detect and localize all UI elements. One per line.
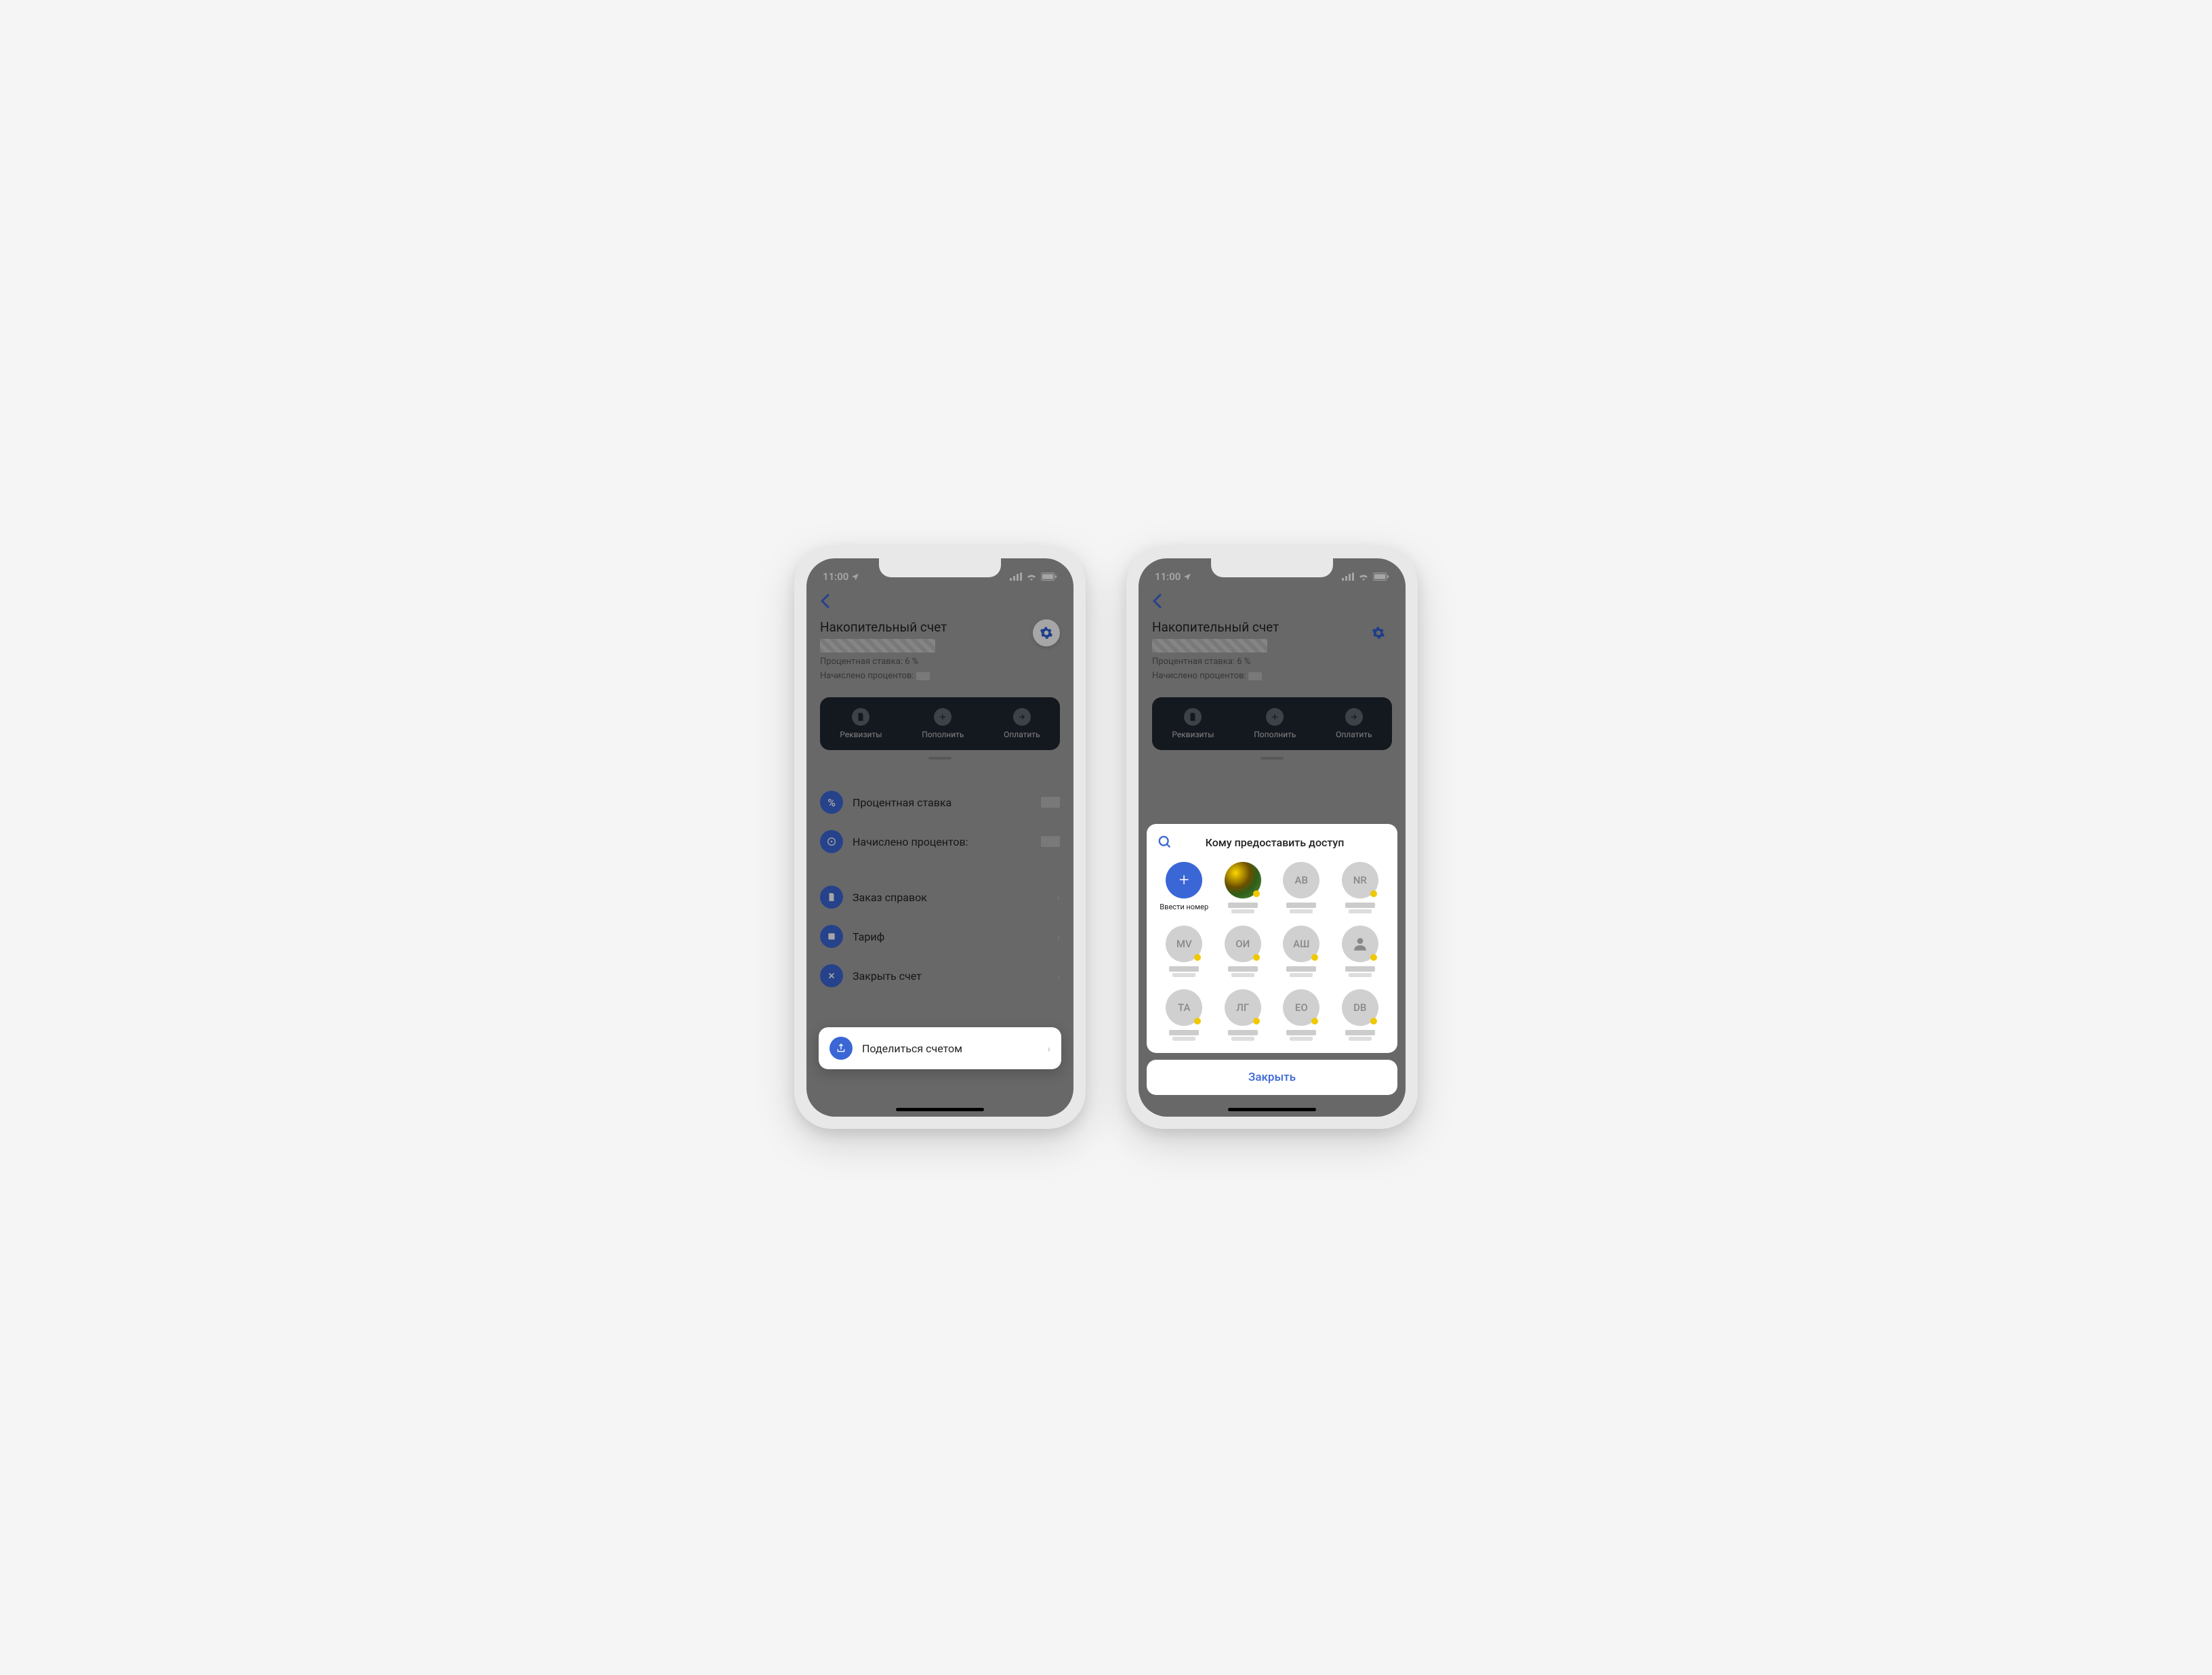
contacts-grid: + Ввести номер АВ NR [1158, 862, 1387, 1042]
person-icon [1342, 926, 1378, 962]
contact-avatar-initials: ЛГ [1225, 989, 1261, 1026]
contact-avatar-initials: DB [1342, 989, 1378, 1026]
share-account-row[interactable]: Поделиться счетом › [819, 1027, 1061, 1069]
share-icon [830, 1037, 853, 1060]
home-indicator[interactable] [1228, 1108, 1316, 1111]
contact-item[interactable]: ОИ [1216, 926, 1270, 978]
contact-item[interactable]: АШ [1275, 926, 1328, 978]
close-sheet-button[interactable]: Закрыть [1147, 1060, 1397, 1095]
contact-avatar-initials: ЕО [1283, 989, 1319, 1026]
contact-item[interactable]: MV [1158, 926, 1211, 978]
plus-icon: + [1166, 862, 1202, 898]
contact-item[interactable]: ЛГ [1216, 989, 1270, 1042]
phone-mockup-left: 11:00 [794, 546, 1086, 1129]
contact-avatar-initials: АШ [1283, 926, 1319, 962]
contact-item[interactable] [1334, 926, 1387, 978]
notch [1211, 558, 1333, 577]
contact-avatar-initials: NR [1342, 862, 1378, 898]
contact-avatar-photo [1225, 862, 1261, 898]
contact-item[interactable]: DB [1334, 989, 1387, 1042]
contact-avatar-initials: MV [1166, 926, 1202, 962]
share-sheet: Кому предоставить доступ + Ввести номер … [1139, 816, 1406, 1117]
phone-mockup-right: 11:00 [1126, 546, 1418, 1129]
home-indicator[interactable] [896, 1108, 984, 1111]
contact-item[interactable]: АВ [1275, 862, 1328, 915]
contact-item[interactable] [1216, 862, 1270, 915]
add-number-button[interactable]: + Ввести номер [1158, 862, 1211, 915]
sheet-title: Кому предоставить доступ [1181, 836, 1387, 849]
contact-avatar-initials: АВ [1283, 862, 1319, 898]
contact-item[interactable]: ТА [1158, 989, 1211, 1042]
contact-avatar-initials: ОИ [1225, 926, 1261, 962]
contact-item[interactable]: ЕО [1275, 989, 1328, 1042]
search-icon[interactable] [1158, 835, 1172, 850]
contact-item[interactable]: NR [1334, 862, 1387, 915]
chevron-right-icon: › [1047, 1042, 1050, 1055]
contact-avatar-initials: ТА [1166, 989, 1202, 1026]
notch [879, 558, 1001, 577]
